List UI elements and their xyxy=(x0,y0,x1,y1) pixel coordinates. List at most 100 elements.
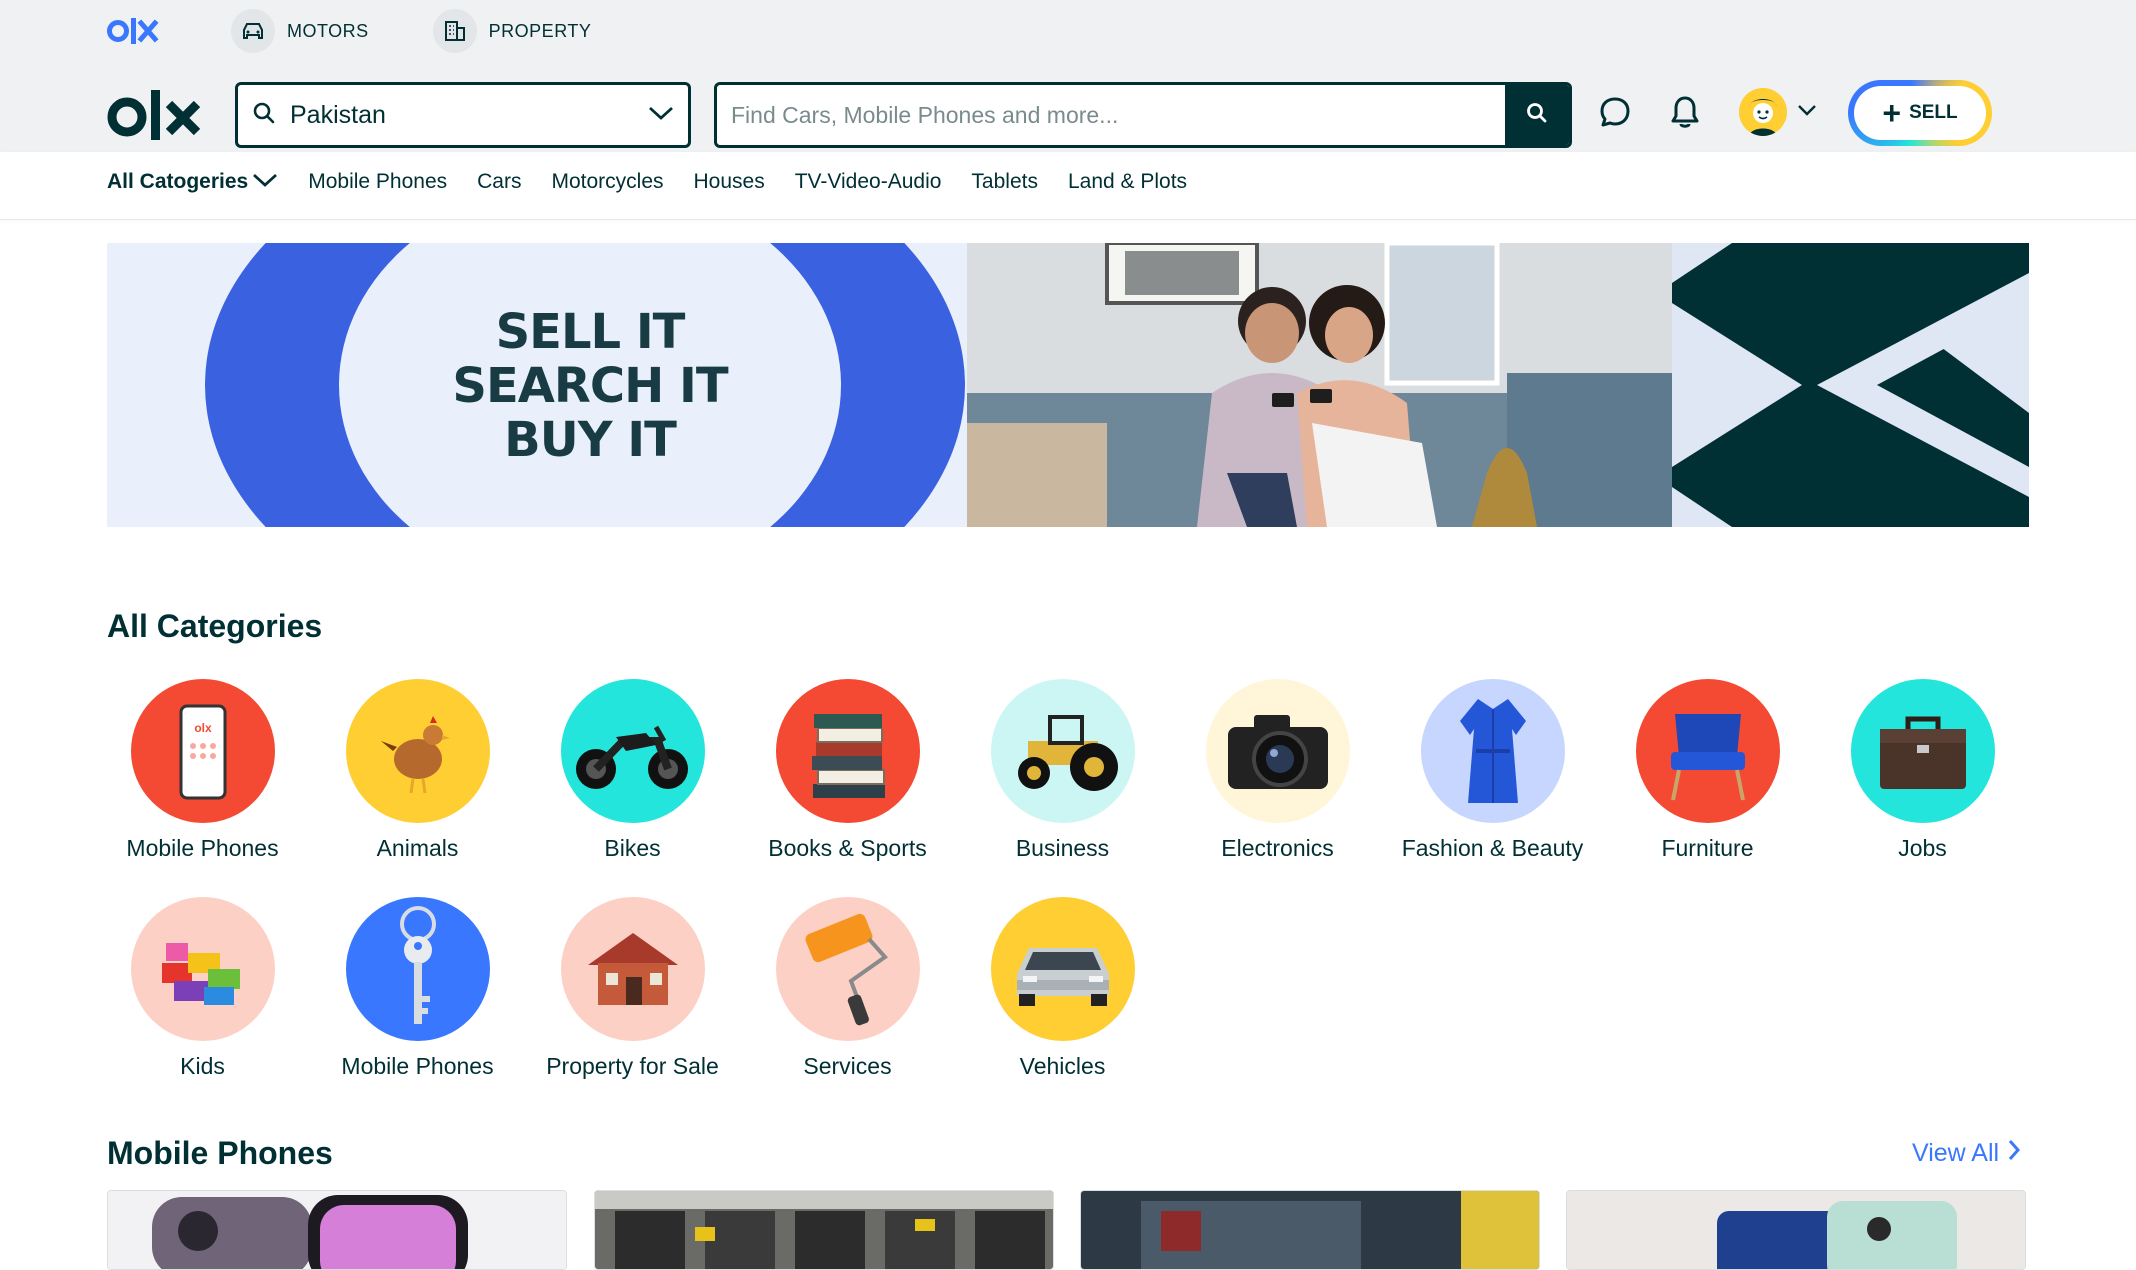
banner-headline: SELL IT SEARCH IT BUY IT xyxy=(452,304,728,468)
category-label: Fashion & Beauty xyxy=(1401,835,1584,861)
listing-card[interactable] xyxy=(107,1190,567,1270)
main-header: Pakistan Find Cars, Mobile Phones and mo… xyxy=(107,80,1997,148)
category-fashion-beauty[interactable]: Fashion & Beauty xyxy=(1385,679,1600,862)
category-kids[interactable]: Kids xyxy=(95,897,310,1080)
category-bikes[interactable]: Bikes xyxy=(525,679,740,862)
listing-card[interactable] xyxy=(594,1190,1054,1270)
category-label: Jobs xyxy=(1898,835,1947,861)
category-label: Mobile Phones xyxy=(126,835,279,861)
category-label: Mobile Phones xyxy=(341,1053,494,1079)
paint-roller-icon xyxy=(775,897,920,1041)
categories-title: All Categories xyxy=(107,608,323,644)
briefcase-icon xyxy=(1850,679,1995,823)
listing-image xyxy=(595,1191,1053,1269)
category-electronics[interactable]: Electronics xyxy=(1170,679,1385,862)
category-label: Services xyxy=(803,1053,892,1079)
motorbike-icon xyxy=(560,679,705,823)
category-label: Animals xyxy=(376,835,459,861)
key-icon xyxy=(345,897,490,1041)
olx-logo[interactable] xyxy=(107,88,207,142)
listing-card[interactable] xyxy=(1566,1190,2026,1270)
search-bar xyxy=(714,82,1572,148)
toy-blocks-icon xyxy=(130,897,275,1041)
chat-icon xyxy=(1597,94,1633,135)
notifications-button[interactable] xyxy=(1663,92,1707,136)
nav-link-houses[interactable]: Houses xyxy=(694,170,765,194)
listing-card[interactable] xyxy=(1080,1190,1540,1270)
category-mobile-phones[interactable]: olx Mobile Phones xyxy=(95,679,310,862)
dress-icon xyxy=(1420,679,1565,823)
category-animals[interactable]: Animals xyxy=(310,679,525,862)
nav-link-tv-video-audio[interactable]: TV-Video-Audio xyxy=(795,170,942,194)
tractor-icon xyxy=(990,679,1135,823)
building-icon xyxy=(432,9,477,53)
category-nav: All Catogeries Mobile Phones Cars Motorc… xyxy=(0,152,2136,220)
category-books-sports[interactable]: Books & Sports xyxy=(740,679,955,862)
nav-link-motorcycles[interactable]: Motorcycles xyxy=(551,170,663,194)
chevron-down-icon xyxy=(1797,103,1817,122)
verticals-row: MOTORS PROPERTY xyxy=(107,8,591,54)
category-property-for-sale[interactable]: Property for Sale xyxy=(525,897,740,1080)
motors-link[interactable]: MOTORS xyxy=(231,9,369,53)
chevron-down-icon xyxy=(252,170,278,194)
sell-label: SELL xyxy=(1909,102,1958,123)
search-icon xyxy=(1525,101,1549,130)
camera-icon xyxy=(1205,679,1350,823)
category-label: Vehicles xyxy=(1019,1053,1106,1079)
books-icon xyxy=(775,679,920,823)
category-label: Books & Sports xyxy=(768,835,927,861)
banner-photo xyxy=(967,243,1677,527)
banner-text-panel: SELL IT SEARCH IT BUY IT xyxy=(107,243,967,527)
sell-button[interactable]: + SELL xyxy=(1848,80,1992,146)
chevron-right-icon xyxy=(2007,1139,2021,1168)
house-icon xyxy=(560,897,705,1041)
category-label: Kids xyxy=(180,1053,225,1079)
svg-text:olx: olx xyxy=(194,721,212,735)
property-link[interactable]: PROPERTY xyxy=(432,9,592,53)
search-button[interactable] xyxy=(1505,85,1569,145)
category-label: Furniture xyxy=(1661,835,1754,861)
nav-link-cars[interactable]: Cars xyxy=(477,170,521,194)
phone-icon: olx xyxy=(130,679,275,823)
category-business[interactable]: Business xyxy=(955,679,1170,862)
search-input[interactable] xyxy=(717,85,1505,145)
nav-link-mobile-phones[interactable]: Mobile Phones xyxy=(308,170,447,194)
location-value: Pakistan xyxy=(290,100,386,129)
view-all-link[interactable]: View All xyxy=(1912,1139,2021,1168)
car-icon xyxy=(990,897,1135,1041)
category-furniture[interactable]: Furniture xyxy=(1600,679,1815,862)
chevron-down-icon xyxy=(648,105,674,126)
car-icon xyxy=(231,9,275,53)
bell-icon xyxy=(1668,94,1702,135)
property-label: PROPERTY xyxy=(488,20,592,41)
category-label: Business xyxy=(1015,835,1110,861)
profile-menu[interactable] xyxy=(1739,88,1817,136)
motors-label: MOTORS xyxy=(287,20,369,41)
category-mobile-phones-2[interactable]: Mobile Phones xyxy=(310,897,525,1080)
category-label: Electronics xyxy=(1221,835,1334,861)
all-categories-dropdown[interactable]: All Catogeries xyxy=(107,170,278,194)
location-selector[interactable]: Pakistan xyxy=(235,82,691,148)
chicken-icon xyxy=(345,679,490,823)
view-all-label: View All xyxy=(1912,1139,2000,1167)
chair-icon xyxy=(1635,679,1780,823)
olx-logo-small[interactable] xyxy=(107,8,167,54)
listing-image xyxy=(108,1191,566,1269)
category-label: Property for Sale xyxy=(546,1053,719,1079)
plus-icon: + xyxy=(1882,95,1902,131)
category-jobs[interactable]: Jobs xyxy=(1815,679,2030,862)
chat-button[interactable] xyxy=(1593,92,1637,136)
category-services[interactable]: Services xyxy=(740,897,955,1080)
banner-logo-graphic xyxy=(1672,243,2029,527)
avatar xyxy=(1739,88,1787,136)
category-vehicles[interactable]: Vehicles xyxy=(955,897,1170,1080)
listing-image xyxy=(1081,1191,1539,1269)
promo-banner[interactable]: SELL IT SEARCH IT BUY IT xyxy=(107,243,2029,527)
mobile-phones-section-title: Mobile Phones xyxy=(107,1135,333,1171)
listing-image xyxy=(1567,1191,2025,1269)
all-categories-label: All Catogeries xyxy=(107,170,249,193)
search-icon xyxy=(252,101,276,130)
top-header: MOTORS PROPERTY Pakistan Find Cars, Mobi… xyxy=(0,0,2136,152)
nav-link-tablets[interactable]: Tablets xyxy=(971,170,1038,194)
nav-link-land-plots[interactable]: Land & Plots xyxy=(1068,170,1187,194)
